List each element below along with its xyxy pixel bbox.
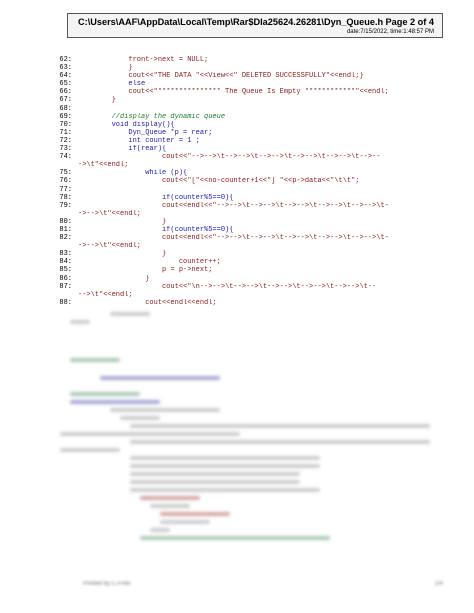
line-text — [78, 186, 445, 194]
footer-page: 2/4 — [434, 581, 443, 587]
line-number: 64: — [59, 72, 72, 81]
line-text: if(counter%5==0){ — [78, 193, 234, 202]
line-text: ->-->\t"<<endl; — [78, 242, 142, 251]
line-number: 85: — [59, 266, 72, 275]
code-line: 64: cout<<"THE DATA "<<View<<" DELETED S… — [40, 72, 445, 80]
line-text: while (p){ — [78, 169, 188, 178]
code-line: 78: if(counter%5==0){ — [40, 194, 445, 202]
line-number: 65: — [59, 80, 72, 89]
code-line: 66: cout<<"*************** The Queue Is … — [40, 88, 445, 96]
line-text: Dyn_Queue *p = rear; — [78, 128, 213, 137]
file-path: C:\Users\AAF\AppData\Local\Temp\Rar$DIa2… — [78, 17, 384, 27]
code-line: ->-->\t"<<endl; — [40, 210, 445, 218]
line-text: cout<<endl<<"-->-->\t-->-->\t-->-->\t-->… — [78, 234, 389, 243]
line-number — [40, 161, 72, 169]
blurred-code-region — [40, 306, 440, 566]
line-text: if(rear){ — [78, 145, 167, 154]
code-line: 80: } — [40, 218, 445, 226]
code-line: 79: cout<<endl<<"-->-->\t-->-->\t-->-->\… — [40, 202, 445, 210]
line-text: } — [78, 250, 167, 259]
code-line: 84: counter++; — [40, 258, 445, 266]
line-text — [78, 105, 445, 113]
line-number: 75: — [59, 169, 72, 178]
line-text: p = p->next; — [78, 266, 213, 275]
line-number: 72: — [59, 136, 72, 145]
code-line: 74: cout<<"-->-->\t-->-->\t-->-->\t-->--… — [40, 153, 445, 161]
line-number: 74: — [59, 153, 72, 162]
line-text: cout<<endl<<"-->-->\t-->-->\t-->-->\t-->… — [78, 201, 389, 210]
line-text: -->\t"<<endl; — [78, 290, 133, 299]
line-number: 68: — [59, 104, 72, 113]
line-number: 76: — [59, 177, 72, 186]
line-text: ->-->\t"<<endl; — [78, 209, 142, 218]
page-header: C:\Users\AAF\AppData\Local\Temp\Rar$DIa2… — [67, 13, 443, 38]
line-text: ->\t"<<endl; — [78, 161, 129, 170]
code-line: 63: } — [40, 64, 445, 72]
line-number — [40, 210, 72, 218]
line-text: cout<<"\n-->-->\t-->-->\t-->-->\t-->-->\… — [78, 282, 377, 291]
line-number: 69: — [59, 112, 72, 121]
line-number: 71: — [59, 128, 72, 137]
line-text: } — [78, 217, 167, 226]
line-text: } — [78, 96, 116, 105]
line-text: cout<<"["<<no-counter+1<<"] "<<p->data<<… — [78, 177, 360, 186]
line-number: 77: — [59, 185, 72, 194]
code-listing: 62: front->next = NULL; 63: } 64: cout<<"T… — [40, 56, 445, 307]
line-number: 81: — [59, 225, 72, 234]
line-number: 70: — [59, 120, 72, 129]
line-text: counter++; — [78, 258, 221, 267]
code-line: 68: — [40, 105, 445, 113]
code-line: 65: else — [40, 80, 445, 88]
line-number: 73: — [59, 145, 72, 154]
line-text: cout<<"THE DATA "<<View<<" DELETED SUCCE… — [78, 72, 364, 81]
line-number: 63: — [59, 64, 72, 73]
code-line: 62: front->next = NULL; — [40, 56, 445, 64]
code-line: 70: void display(){ — [40, 121, 445, 129]
code-line: ->-->\t"<<endl; — [40, 242, 445, 250]
line-number: 79: — [59, 201, 72, 210]
line-text: //display the dynamic queue — [78, 112, 226, 121]
code-line: 76: cout<<"["<<no-counter+1<<"] "<<p->da… — [40, 177, 445, 185]
line-text: } — [78, 64, 133, 73]
code-line: 67: } — [40, 96, 445, 104]
code-line: 75: while (p){ — [40, 169, 445, 177]
line-number: 82: — [59, 234, 72, 243]
page-number: Page 2 of 4 — [385, 17, 434, 27]
line-number: 78: — [59, 193, 72, 202]
line-text: if(counter%5==0){ — [78, 225, 234, 234]
line-number: 86: — [59, 274, 72, 283]
code-line: 83: } — [40, 250, 445, 258]
code-line: 69: //display the dynamic queue — [40, 113, 445, 121]
line-number — [40, 242, 72, 250]
code-line: 87: cout<<"\n-->-->\t-->-->\t-->-->\t-->… — [40, 283, 445, 291]
line-text: front->next = NULL; — [78, 56, 209, 64]
line-text: else — [78, 80, 146, 89]
line-text: cout<<"-->-->\t-->-->\t-->-->\t-->-->\t-… — [78, 153, 381, 162]
footer-printed-by: Printed by C-Free — [83, 581, 131, 587]
line-text: } — [78, 274, 150, 283]
line-number: 62: — [59, 56, 72, 64]
page-footer: Printed by C-Free 2/4 — [83, 581, 443, 593]
line-text: int counter = 1 ; — [78, 136, 200, 145]
code-line: 73: if(rear){ — [40, 145, 445, 153]
code-line: 86: } — [40, 275, 445, 283]
line-number — [40, 291, 72, 299]
print-date: date:7/15/2022, time:1:48:57 PM — [346, 29, 434, 35]
code-line: ->\t"<<endl; — [40, 161, 445, 169]
code-line: 85: p = p->next; — [40, 266, 445, 274]
code-line: 81: if(counter%5==0){ — [40, 226, 445, 234]
line-number: 80: — [59, 217, 72, 226]
line-text: cout<<"*************** The Queue Is Empt… — [78, 88, 389, 97]
line-number: 83: — [59, 250, 72, 259]
code-line: 72: int counter = 1 ; — [40, 137, 445, 145]
code-line: -->\t"<<endl; — [40, 291, 445, 299]
line-number: 87: — [59, 282, 72, 291]
code-line: 77: — [40, 186, 445, 194]
code-line: 82: cout<<endl<<"-->-->\t-->-->\t-->-->\… — [40, 234, 445, 242]
line-number: 67: — [59, 96, 72, 105]
line-number: 84: — [59, 258, 72, 267]
line-text: void display(){ — [78, 120, 175, 129]
line-number: 66: — [59, 88, 72, 97]
code-line: 71: Dyn_Queue *p = rear; — [40, 129, 445, 137]
